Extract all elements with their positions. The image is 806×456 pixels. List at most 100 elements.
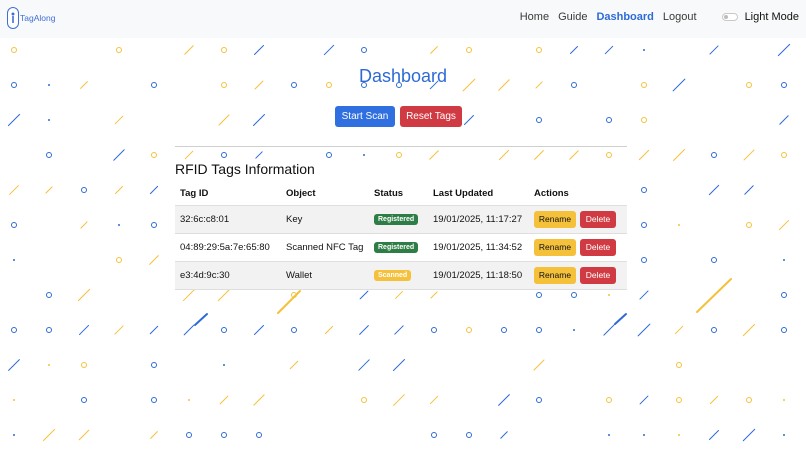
background-pattern-mark xyxy=(536,47,542,53)
background-pattern-mark xyxy=(777,43,791,57)
navbar: TagAlong Home Guide Dashboard Logout Lig… xyxy=(0,0,806,38)
background-pattern-mark xyxy=(430,46,438,54)
background-pattern-mark xyxy=(114,325,124,335)
cell-status: Scanned xyxy=(369,260,428,290)
background-pattern-mark xyxy=(323,44,335,56)
background-pattern-mark xyxy=(709,395,719,405)
cell-object: Scanned NFC Tag xyxy=(281,232,369,261)
background-pattern-mark xyxy=(81,362,87,368)
background-pattern-mark xyxy=(604,45,614,55)
background-pattern-mark xyxy=(643,434,645,436)
brand-name: TagAlong xyxy=(20,13,56,23)
background-pattern-mark xyxy=(781,292,787,298)
background-pattern-mark xyxy=(711,257,717,263)
background-pattern-mark xyxy=(674,325,684,335)
background-pattern-mark xyxy=(603,324,615,336)
nav-dashboard[interactable]: Dashboard xyxy=(596,11,653,23)
background-pattern-mark xyxy=(116,47,122,53)
background-pattern-mark xyxy=(569,150,579,160)
background-pattern-mark xyxy=(221,152,227,158)
background-pattern-mark xyxy=(678,434,680,436)
background-pattern-mark xyxy=(466,47,472,53)
table-header-row: Tag ID Object Status Last Updated Action… xyxy=(175,183,627,205)
rename-button[interactable]: Rename xyxy=(534,266,576,284)
delete-button[interactable]: Delete xyxy=(580,210,616,228)
background-pattern-mark xyxy=(606,117,612,123)
reset-tags-button[interactable]: Reset Tags xyxy=(400,106,462,127)
start-scan-button[interactable]: Start Scan xyxy=(335,106,395,127)
background-pattern-mark xyxy=(151,362,157,368)
background-pattern-mark xyxy=(638,149,650,161)
background-pattern-mark xyxy=(186,432,192,438)
background-pattern-mark xyxy=(8,359,20,371)
background-pattern-mark xyxy=(431,327,437,333)
background-pattern-mark xyxy=(149,255,159,265)
tags-table: Tag ID Object Status Last Updated Action… xyxy=(175,183,627,290)
background-pattern-mark xyxy=(608,434,610,436)
background-pattern-mark xyxy=(359,290,369,300)
header-actions: Actions xyxy=(529,183,627,205)
background-pattern-mark xyxy=(536,327,542,333)
background-pattern-mark xyxy=(11,222,17,228)
background-pattern-mark xyxy=(45,186,53,194)
background-pattern-mark xyxy=(221,327,227,333)
tags-table-container: Tag ID Object Status Last Updated Action… xyxy=(175,183,627,290)
background-pattern-mark xyxy=(219,395,229,405)
background-pattern-mark xyxy=(466,327,472,333)
delete-button[interactable]: Delete xyxy=(580,266,616,284)
background-pattern-mark xyxy=(606,397,612,403)
background-pattern-mark xyxy=(498,394,510,406)
background-pattern-mark xyxy=(711,327,717,333)
cell-object: Key xyxy=(281,204,369,233)
background-pattern-mark xyxy=(11,327,17,333)
cell-tag-id: 04:89:29:5a:7e:65:80 xyxy=(175,232,281,261)
background-pattern-mark xyxy=(779,115,789,125)
table-row: 04:89:29:5a:7e:65:80 Scanned NFC Tag Reg… xyxy=(175,232,627,261)
rename-button[interactable]: Rename xyxy=(534,238,576,256)
background-pattern-mark xyxy=(13,399,15,401)
background-pattern-mark xyxy=(709,45,719,55)
background-pattern-mark xyxy=(48,119,50,121)
background-pattern-mark xyxy=(466,432,472,438)
background-pattern-mark xyxy=(81,397,87,403)
background-pattern-mark xyxy=(13,259,15,261)
background-pattern-mark xyxy=(326,152,332,158)
background-pattern-mark xyxy=(464,115,474,125)
background-pattern-mark xyxy=(149,185,159,195)
background-pattern-mark xyxy=(608,294,610,296)
background-pattern-mark xyxy=(392,358,406,372)
background-pattern-mark xyxy=(115,186,123,194)
cell-status: Registered xyxy=(369,204,428,233)
background-pattern-mark xyxy=(501,327,507,333)
background-pattern-mark xyxy=(359,325,369,335)
background-pattern-mark xyxy=(78,324,90,336)
section-title: RFID Tags Information xyxy=(175,161,315,177)
background-pattern-mark xyxy=(429,395,439,405)
background-pattern-mark xyxy=(430,291,438,299)
background-pattern-mark xyxy=(394,325,404,335)
background-pattern-mark xyxy=(218,114,230,126)
background-pattern-mark xyxy=(639,395,649,405)
delete-button[interactable]: Delete xyxy=(580,238,616,256)
background-pattern-mark xyxy=(533,359,545,371)
nav-logout[interactable]: Logout xyxy=(663,11,697,23)
background-pattern-mark xyxy=(500,431,508,439)
table-row: 32:6c:c8:01 Key Registered 19/01/2025, 1… xyxy=(175,204,627,233)
theme-toggle[interactable] xyxy=(721,13,738,21)
rename-button[interactable]: Rename xyxy=(534,210,576,228)
page-title: Dashboard xyxy=(358,66,448,86)
nav-guide[interactable]: Guide xyxy=(558,11,587,23)
background-pattern-mark xyxy=(253,114,265,126)
background-pattern-mark xyxy=(641,117,647,123)
background-pattern-mark xyxy=(742,323,756,337)
nav-home[interactable]: Home xyxy=(520,11,549,23)
background-pattern-mark xyxy=(708,429,720,441)
brand[interactable]: TagAlong xyxy=(7,7,55,29)
background-pattern-mark xyxy=(149,325,159,335)
background-pattern-mark xyxy=(746,222,752,228)
background-pattern-mark xyxy=(150,431,158,439)
background-pattern-mark xyxy=(151,152,157,158)
background-pattern-mark xyxy=(118,224,120,226)
background-pattern-mark xyxy=(289,360,299,370)
background-pattern-mark xyxy=(571,292,577,298)
